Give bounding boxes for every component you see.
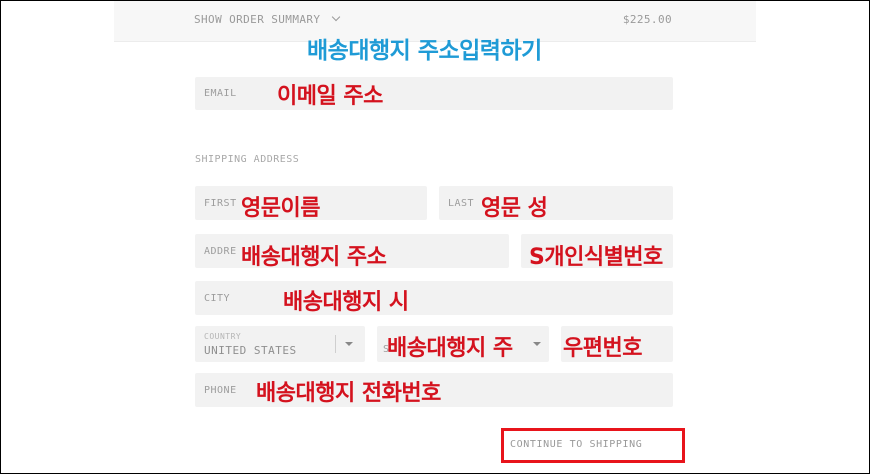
country-value: UNITED STATES bbox=[204, 344, 297, 357]
first-name-placeholder: FIRST bbox=[204, 198, 237, 209]
city-field[interactable]: CITY bbox=[195, 281, 673, 315]
annotation-state: 배송대행지 주 bbox=[387, 336, 513, 361]
shipping-address-label: SHIPPING ADDRESS bbox=[195, 154, 300, 165]
annotation-first-name: 영문이름 bbox=[241, 196, 320, 221]
annotation-email: 이메일 주소 bbox=[277, 84, 383, 109]
page-frame: SHOW ORDER SUMMARY $225.00 배송대행지 주소입력하기 … bbox=[0, 0, 870, 474]
annotation-zip: 우편번호 bbox=[563, 336, 642, 361]
annotation-address: 배송대행지 주소 bbox=[241, 245, 387, 270]
continue-highlight-box: CONTINUE TO SHIPPING bbox=[501, 428, 685, 463]
address-placeholder: ADDRE bbox=[204, 246, 237, 257]
annotation-city: 배송대행지 시 bbox=[283, 290, 409, 315]
order-summary-label: SHOW ORDER SUMMARY bbox=[194, 13, 321, 26]
annotation-title: 배송대행지 주소입력하기 bbox=[307, 38, 542, 64]
country-select[interactable]: COUNTRY UNITED STATES bbox=[195, 326, 365, 362]
phone-placeholder: PHONE bbox=[204, 385, 237, 396]
last-name-placeholder: LAST bbox=[448, 198, 475, 209]
chevron-down-icon bbox=[332, 12, 341, 22]
annotation-last-name: 영문 성 bbox=[481, 196, 548, 221]
email-field[interactable]: EMAIL bbox=[195, 77, 673, 110]
city-placeholder: CITY bbox=[204, 293, 231, 304]
show-order-summary-toggle[interactable]: SHOW ORDER SUMMARY bbox=[194, 12, 341, 26]
select-arrow-icon bbox=[533, 342, 541, 346]
order-total: $225.00 bbox=[622, 13, 672, 26]
continue-to-shipping-button[interactable]: CONTINUE TO SHIPPING bbox=[510, 439, 642, 450]
country-label: COUNTRY bbox=[204, 332, 242, 341]
annotation-suite: S개인식별번호 bbox=[529, 245, 663, 270]
annotation-phone: 배송대행지 전화번호 bbox=[256, 381, 441, 406]
select-divider bbox=[335, 335, 336, 353]
email-placeholder: EMAIL bbox=[204, 88, 237, 99]
select-arrow-icon bbox=[345, 342, 353, 346]
last-name-field[interactable]: LAST bbox=[439, 186, 673, 220]
